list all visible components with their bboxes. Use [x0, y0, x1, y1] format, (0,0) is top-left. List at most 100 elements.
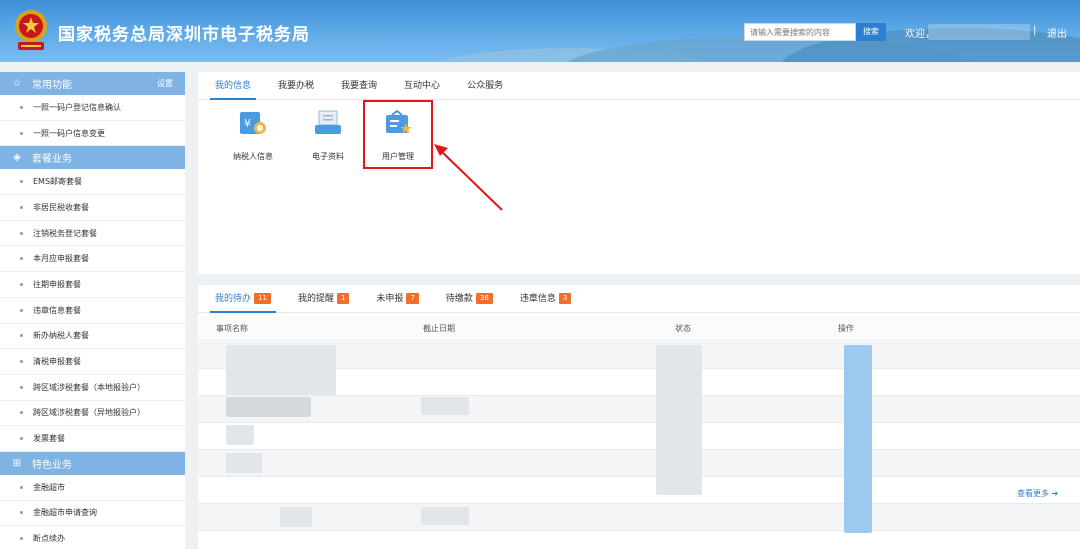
sidebar-item[interactable]: 一照一码户登记信息确认: [0, 95, 185, 121]
redacted-status: [656, 345, 702, 495]
tile-taxpayer-info[interactable]: ¥ 纳税人信息: [218, 110, 288, 162]
sidebar-item-label: 本月应申报套餐: [33, 254, 89, 264]
arrow-right-circle-icon: ➔: [1051, 489, 1059, 498]
header-separator: |: [1033, 25, 1037, 36]
count-badge: 36: [475, 293, 493, 304]
tab-public-service[interactable]: 公众服务: [462, 72, 508, 99]
sidebar-item-label: 发票套餐: [33, 434, 65, 444]
username-redacted: [928, 24, 1030, 40]
bullet-icon: [20, 180, 23, 184]
view-more-label: 查看更多: [1017, 489, 1049, 498]
sidebar-item-label: 金融超市: [33, 482, 65, 492]
settings-link[interactable]: 设置: [157, 78, 173, 89]
sidebar-group-title: 特色业务: [32, 459, 72, 471]
redacted-text: [280, 507, 312, 527]
annotation-arrow-icon: [434, 144, 503, 211]
sidebar-item-label: 跨区域涉税套餐（异地报验户）: [33, 408, 145, 418]
bullet-icon: [20, 411, 23, 415]
sidebar-item[interactable]: 本月应申报套餐: [0, 246, 185, 273]
tab-label: 我的提醒: [297, 294, 334, 304]
tab-label: 违章信息: [519, 294, 556, 304]
sidebar-item[interactable]: 清税申报套餐: [0, 349, 185, 375]
sidebar-item-label: 违章信息套餐: [33, 305, 81, 315]
tab-tax-handling[interactable]: 我要办税: [273, 72, 319, 99]
view-more-link[interactable]: 查看更多 ➔: [1017, 488, 1058, 499]
table-row[interactable]: [198, 396, 1080, 423]
sidebar-group-title: 常用功能: [32, 80, 72, 91]
table-row: [198, 477, 1080, 504]
bullet-icon: [20, 282, 23, 286]
sidebar-group-title: 套餐业务: [32, 154, 72, 166]
sidebar-item[interactable]: 一照一码户信息变更: [0, 121, 185, 147]
sidebar-item[interactable]: 非居民税收套餐: [0, 195, 185, 221]
sidebar-item[interactable]: 新办纳税人套餐: [0, 324, 185, 350]
bullet-icon: [20, 231, 23, 235]
sidebar-item[interactable]: 往期申报套餐: [0, 272, 185, 298]
tile-label: 纳税人信息: [233, 152, 273, 161]
search-button[interactable]: 搜索: [856, 23, 886, 41]
sidebar-group-featured[interactable]: ⊞ 特色业务: [0, 451, 185, 475]
sidebar-item[interactable]: 发票套餐: [0, 426, 185, 452]
redacted-text: [226, 397, 311, 417]
electronic-docs-icon: [315, 110, 341, 134]
sidebar-group-common[interactable]: ☆ 常用功能 设置: [0, 72, 185, 95]
logout-link[interactable]: 退出: [1047, 25, 1067, 40]
sidebar-group-packages[interactable]: ◈ 套餐业务: [0, 146, 185, 170]
sidebar-item[interactable]: 金融超市申请查询: [0, 501, 185, 527]
sidebar-item[interactable]: 注销税务登记套餐: [0, 221, 185, 247]
count-badge: 7: [406, 293, 419, 304]
column-header: 操作: [838, 323, 854, 333]
tab-interaction[interactable]: 互动中心: [399, 72, 445, 99]
sidebar-item-label: 断点续办: [33, 534, 65, 544]
table-row[interactable]: [198, 423, 1080, 450]
sidebar-item[interactable]: 金融超市: [0, 475, 185, 501]
redacted-text: [421, 397, 469, 415]
tab-violations[interactable]: 违章信息 3: [515, 285, 576, 312]
redacted-text: [421, 507, 469, 525]
todo-panel: 我的待办 11 我的提醒 1 未申报 7 待缴款 36 违章信息 3 事项名称 截止日期 …: [198, 285, 1080, 549]
star-icon: ☆: [12, 78, 22, 89]
table-row[interactable]: [198, 450, 1080, 477]
bullet-icon: [20, 334, 23, 338]
tab-my-reminders[interactable]: 我的提醒 1: [293, 285, 354, 312]
search-input[interactable]: [744, 23, 856, 41]
bullet-icon: [20, 105, 23, 109]
count-badge: 1: [336, 293, 350, 304]
main-tabs: 我的信息 我要办税 我要查询 互动中心 公众服务: [198, 72, 1080, 100]
bullet-icon: [20, 205, 23, 209]
sidebar-item[interactable]: 跨区域涉税套餐（异地报验户）: [0, 401, 185, 427]
sidebar-item[interactable]: EMS邮寄套餐: [0, 169, 185, 196]
tab-my-todo[interactable]: 我的待办 11: [210, 285, 276, 313]
tab-my-info[interactable]: 我的信息: [210, 72, 257, 100]
bullet-icon: [20, 537, 23, 541]
count-badge: 11: [254, 293, 271, 304]
highlight-box: [363, 100, 433, 169]
tab-label: 未申报: [376, 294, 404, 304]
sidebar-item-label: 一照一码户登记信息确认: [33, 102, 121, 112]
redacted-text: [226, 425, 254, 445]
todo-tabs: 我的待办 11 我的提醒 1 未申报 7 待缴款 36 违章信息 3: [198, 285, 1080, 313]
sidebar-item[interactable]: 断点续办: [0, 526, 185, 549]
bullet-icon: [20, 511, 23, 515]
column-header: 截止日期: [423, 323, 455, 333]
sidebar-item-label: 往期申报套餐: [33, 279, 81, 289]
sidebar-item-label: 金融超市申请查询: [33, 508, 97, 518]
tab-undeclared[interactable]: 未申报 7: [371, 285, 423, 312]
sidebar-item[interactable]: 跨区域涉税套餐（本地报验户）: [0, 375, 185, 401]
site-title: 国家税务总局深圳市电子税务局: [58, 25, 310, 45]
tab-pending-payment[interactable]: 待缴款 36: [441, 285, 498, 312]
table-row[interactable]: [198, 504, 1080, 531]
grid-icon: ⊞: [12, 457, 22, 469]
count-badge: 3: [558, 293, 572, 304]
header-banner: 国家税务总局深圳市电子税务局 搜索 欢迎， | 退出: [0, 0, 1080, 62]
table-header: 事项名称 截止日期 状态 操作: [198, 316, 1080, 341]
tab-query[interactable]: 我要查询: [336, 72, 382, 99]
national-emblem-icon: [15, 10, 47, 50]
redacted-action: [844, 345, 872, 533]
tile-electronic-docs[interactable]: 电子资料: [293, 110, 363, 162]
sidebar-item[interactable]: 违章信息套餐: [0, 298, 185, 324]
layers-icon: ◈: [13, 152, 21, 164]
bullet-icon: [20, 360, 23, 364]
bullet-icon: [20, 485, 23, 489]
bullet-icon: [20, 437, 23, 441]
